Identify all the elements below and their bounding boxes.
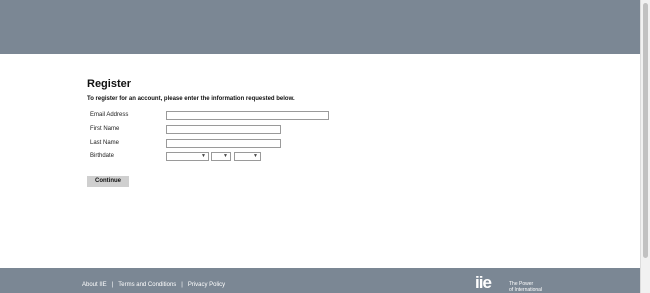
iie-logo[interactable]: iie The Power of International — [475, 271, 555, 293]
birthdate-label: Birthdate — [90, 153, 115, 159]
first-name-field[interactable] — [166, 125, 281, 134]
form-intro-text: To register for an account, please enter… — [87, 96, 295, 102]
birth-year-select[interactable]: ▼ — [234, 152, 261, 161]
scrollbar-thumb[interactable] — [643, 3, 648, 258]
vertical-scrollbar[interactable] — [640, 0, 650, 293]
about-iie-link[interactable]: About IIE — [82, 282, 107, 288]
email-field[interactable] — [166, 111, 329, 120]
footer-separator: | — [111, 282, 114, 288]
last-name-label: Last Name — [90, 140, 120, 146]
email-label: Email Address — [90, 112, 129, 118]
birth-month-select[interactable]: ▼ — [166, 152, 209, 161]
first-name-label: First Name — [90, 126, 120, 132]
logo-tagline-line-2: of International — [509, 287, 543, 293]
footer: About IIE | Terms and Conditions | Privacy P… — [0, 268, 640, 293]
logo-tagline: The Power of International — [509, 281, 555, 293]
terms-and-conditions-link[interactable]: Terms and Conditions — [118, 282, 176, 288]
birth-day-select[interactable]: ▼ — [211, 152, 231, 161]
page-title: Register — [87, 78, 132, 90]
chevron-down-icon: ▼ — [223, 153, 228, 159]
chevron-down-icon: ▼ — [253, 153, 258, 159]
continue-button[interactable]: Continue — [87, 176, 129, 187]
logo-mark: iie — [475, 273, 492, 292]
header-band — [0, 0, 640, 54]
privacy-policy-link[interactable]: Privacy Policy — [188, 282, 225, 288]
chevron-down-icon: ▼ — [201, 153, 206, 159]
last-name-field[interactable] — [166, 139, 281, 148]
footer-links: About IIE | Terms and Conditions | Privacy P… — [82, 282, 225, 288]
footer-separator: | — [181, 282, 183, 288]
